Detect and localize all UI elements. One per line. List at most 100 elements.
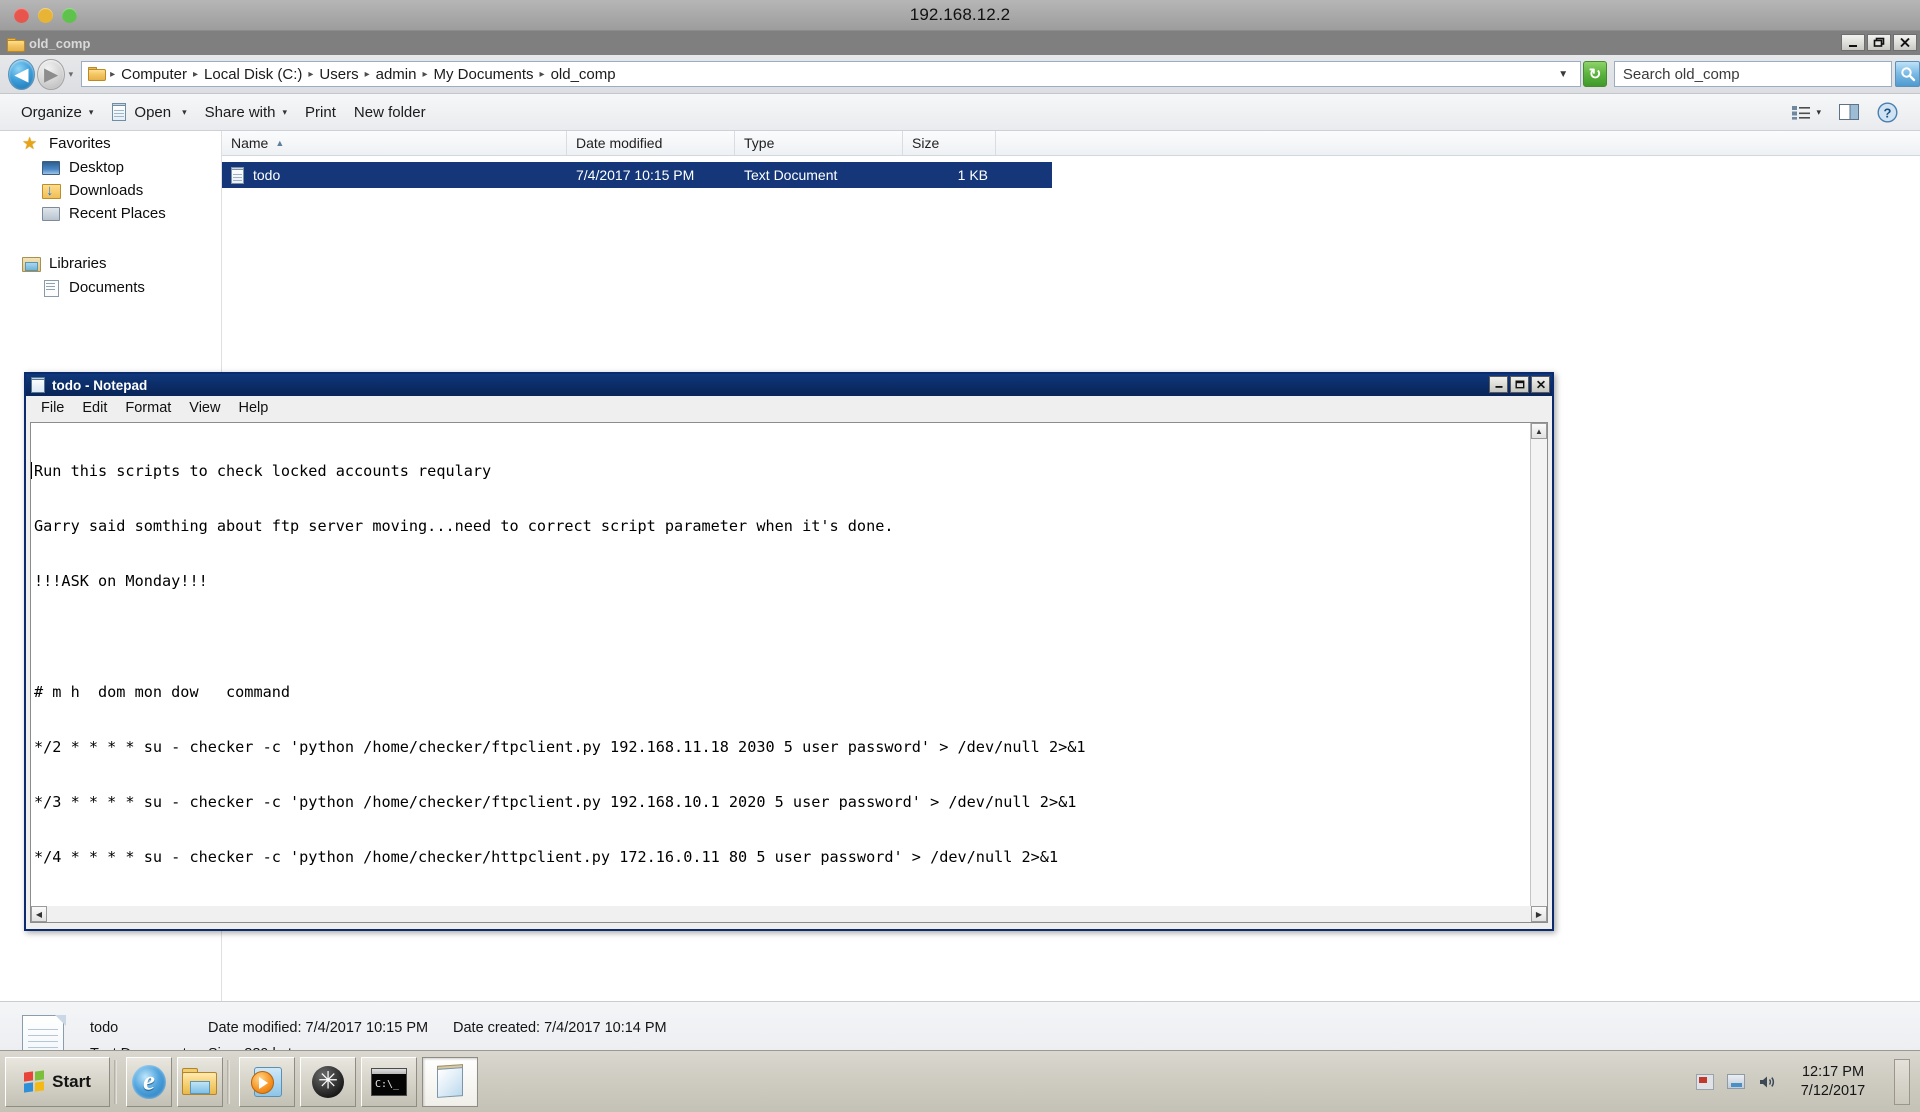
network-icon[interactable]: [1725, 1072, 1747, 1092]
system-tray: 12:17 PM 7/12/2017: [1694, 1051, 1920, 1112]
forward-button[interactable]: ▶: [37, 58, 65, 90]
column-header-size[interactable]: Size: [903, 131, 996, 155]
notepad-line: */2 * * * * su - checker -c 'python /hom…: [34, 737, 1086, 756]
viewer-titlebar: 192.168.12.2: [0, 0, 1920, 31]
back-button[interactable]: ◀: [8, 58, 36, 90]
notepad-line: # m h dom mon dow command: [34, 682, 291, 701]
explorer-close-button[interactable]: [1893, 34, 1917, 51]
menu-view[interactable]: View: [180, 398, 229, 418]
clock[interactable]: 12:17 PM 7/12/2017: [1787, 1063, 1879, 1099]
taskbar-separator: [227, 1059, 230, 1104]
column-header-name-label: Name: [231, 135, 269, 151]
address-dropdown-caret-icon[interactable]: ▼: [1550, 69, 1576, 80]
taskbar-item-internet-explorer[interactable]: [126, 1056, 172, 1107]
start-button[interactable]: Start: [5, 1056, 110, 1107]
breadcrumb-item-my-documents[interactable]: My Documents: [429, 65, 539, 84]
breadcrumb-item-users[interactable]: Users: [314, 65, 363, 84]
screen: 192.168.12.2 old_comp ◀ ▶ ▾ ▸ Computer ▸…: [0, 0, 1920, 1112]
sidebar-group-favorites[interactable]: ★ Favorites: [0, 131, 221, 156]
star-icon: ★: [22, 133, 38, 153]
print-button[interactable]: Print: [296, 99, 345, 125]
notepad-edit-area[interactable]: Run this scripts to check locked account…: [30, 422, 1548, 923]
taskbar-item-notepad[interactable]: [422, 1056, 478, 1107]
notepad-line: Garry said somthing about ftp server mov…: [34, 517, 894, 536]
help-button[interactable]: ?: [1871, 99, 1904, 126]
search-input[interactable]: Search old_comp: [1613, 61, 1893, 87]
notepad-close-button[interactable]: [1531, 376, 1550, 393]
sidebar-item-downloads[interactable]: Downloads: [0, 179, 221, 202]
cell-name: todo: [222, 166, 567, 184]
file-list-rows: todo 7/4/2017 10:15 PM Text Document 1 K…: [222, 162, 1920, 188]
column-header-filler: [996, 131, 1920, 155]
sidebar-group-libraries-label: Libraries: [49, 255, 107, 272]
windows-logo-icon: [24, 1069, 46, 1093]
column-header-date-modified[interactable]: Date modified: [567, 131, 735, 155]
table-row[interactable]: todo 7/4/2017 10:15 PM Text Document 1 K…: [222, 162, 1052, 188]
new-folder-button[interactable]: New folder: [345, 99, 435, 125]
action-center-icon[interactable]: [1694, 1072, 1716, 1092]
scroll-up-button[interactable]: ▲: [1531, 423, 1547, 439]
volume-icon[interactable]: [1756, 1072, 1778, 1092]
breadcrumb-item-computer[interactable]: Computer: [116, 65, 192, 84]
open-button[interactable]: Open: [102, 99, 180, 125]
chevron-down-icon: ▾: [282, 106, 288, 117]
notepad-restore-button[interactable]: [1510, 376, 1529, 393]
notepad-line: Run this scripts to check locked account…: [31, 461, 1530, 480]
sidebar-item-documents[interactable]: Documents: [0, 276, 221, 299]
share-with-button[interactable]: Share with ▾: [196, 99, 296, 125]
scroll-right-button[interactable]: ▶: [1531, 906, 1547, 922]
scroll-left-button[interactable]: ◀: [31, 906, 47, 922]
breadcrumb-separator: ▸: [192, 68, 199, 80]
breadcrumb-separator: ▸: [308, 68, 314, 80]
breadcrumb-item-local-disk[interactable]: Local Disk (C:): [199, 65, 307, 84]
notepad-line: */4 * * * * su - checker -c 'python /hom…: [34, 848, 1059, 867]
recent-places-icon: [42, 207, 60, 221]
change-view-button[interactable]: ▾: [1786, 102, 1827, 123]
documents-icon: [42, 279, 60, 297]
folder-icon: [7, 36, 25, 52]
command-bar: Organize ▾ Open ▾ Share with ▾ Print New…: [0, 94, 1920, 131]
menu-edit[interactable]: Edit: [73, 398, 116, 418]
taskbar-item-command-prompt[interactable]: C:\_: [361, 1056, 417, 1107]
cell-type: Text Document: [744, 167, 838, 183]
column-header-type[interactable]: Type: [735, 131, 903, 155]
taskbar-item-settings[interactable]: [300, 1056, 356, 1107]
sidebar-item-desktop[interactable]: Desktop: [0, 156, 221, 179]
help-icon: ?: [1877, 101, 1898, 123]
preview-pane-button[interactable]: [1833, 101, 1865, 123]
breadcrumb-bar[interactable]: ▸ Computer ▸ Local Disk (C:) ▸ Users ▸ a…: [81, 61, 1582, 87]
taskbar-item-windows-explorer[interactable]: [177, 1056, 223, 1107]
vertical-scroll-track[interactable]: [1531, 439, 1547, 906]
breadcrumb-item-old-comp[interactable]: old_comp: [546, 65, 621, 84]
breadcrumb-item-admin[interactable]: admin: [371, 65, 422, 84]
search-button[interactable]: [1895, 61, 1920, 87]
menu-help[interactable]: Help: [229, 398, 277, 418]
notepad-minimize-button[interactable]: [1489, 376, 1508, 393]
refresh-button[interactable]: ↻: [1583, 61, 1607, 87]
column-header-type-label: Type: [744, 135, 775, 151]
open-dropdown-button[interactable]: ▾: [180, 99, 196, 125]
explorer-restore-button[interactable]: [1867, 34, 1891, 51]
organize-button[interactable]: Organize ▾: [12, 99, 102, 125]
share-with-label: Share with: [204, 103, 276, 121]
file-name: todo: [253, 167, 281, 183]
explorer-minimize-button[interactable]: [1841, 34, 1865, 51]
sidebar-group-libraries[interactable]: Libraries: [0, 251, 221, 276]
explorer-titlebar[interactable]: old_comp: [0, 31, 1920, 55]
notepad-titlebar[interactable]: todo - Notepad: [26, 374, 1552, 396]
column-header-name[interactable]: Name ▲: [222, 131, 567, 155]
notepad-vertical-scrollbar[interactable]: ▲ ▼: [1530, 423, 1547, 922]
sidebar-item-documents-label: Documents: [69, 279, 145, 296]
details-file-name: todo: [90, 1020, 119, 1037]
taskbar-item-windows-media-player[interactable]: [239, 1056, 295, 1107]
notepad-text[interactable]: Run this scripts to check locked account…: [31, 423, 1530, 922]
notepad-window-controls: [1489, 376, 1550, 393]
downloads-icon: [42, 182, 61, 199]
notepad-horizontal-scrollbar[interactable]: ◀ ▶: [30, 906, 1548, 923]
recent-pages-caret-icon[interactable]: ▾: [69, 69, 74, 80]
show-desktop-button[interactable]: [1894, 1058, 1910, 1105]
menu-format[interactable]: Format: [116, 398, 180, 418]
menu-file[interactable]: File: [32, 398, 73, 418]
sidebar-item-recent-places[interactable]: Recent Places: [0, 202, 221, 225]
